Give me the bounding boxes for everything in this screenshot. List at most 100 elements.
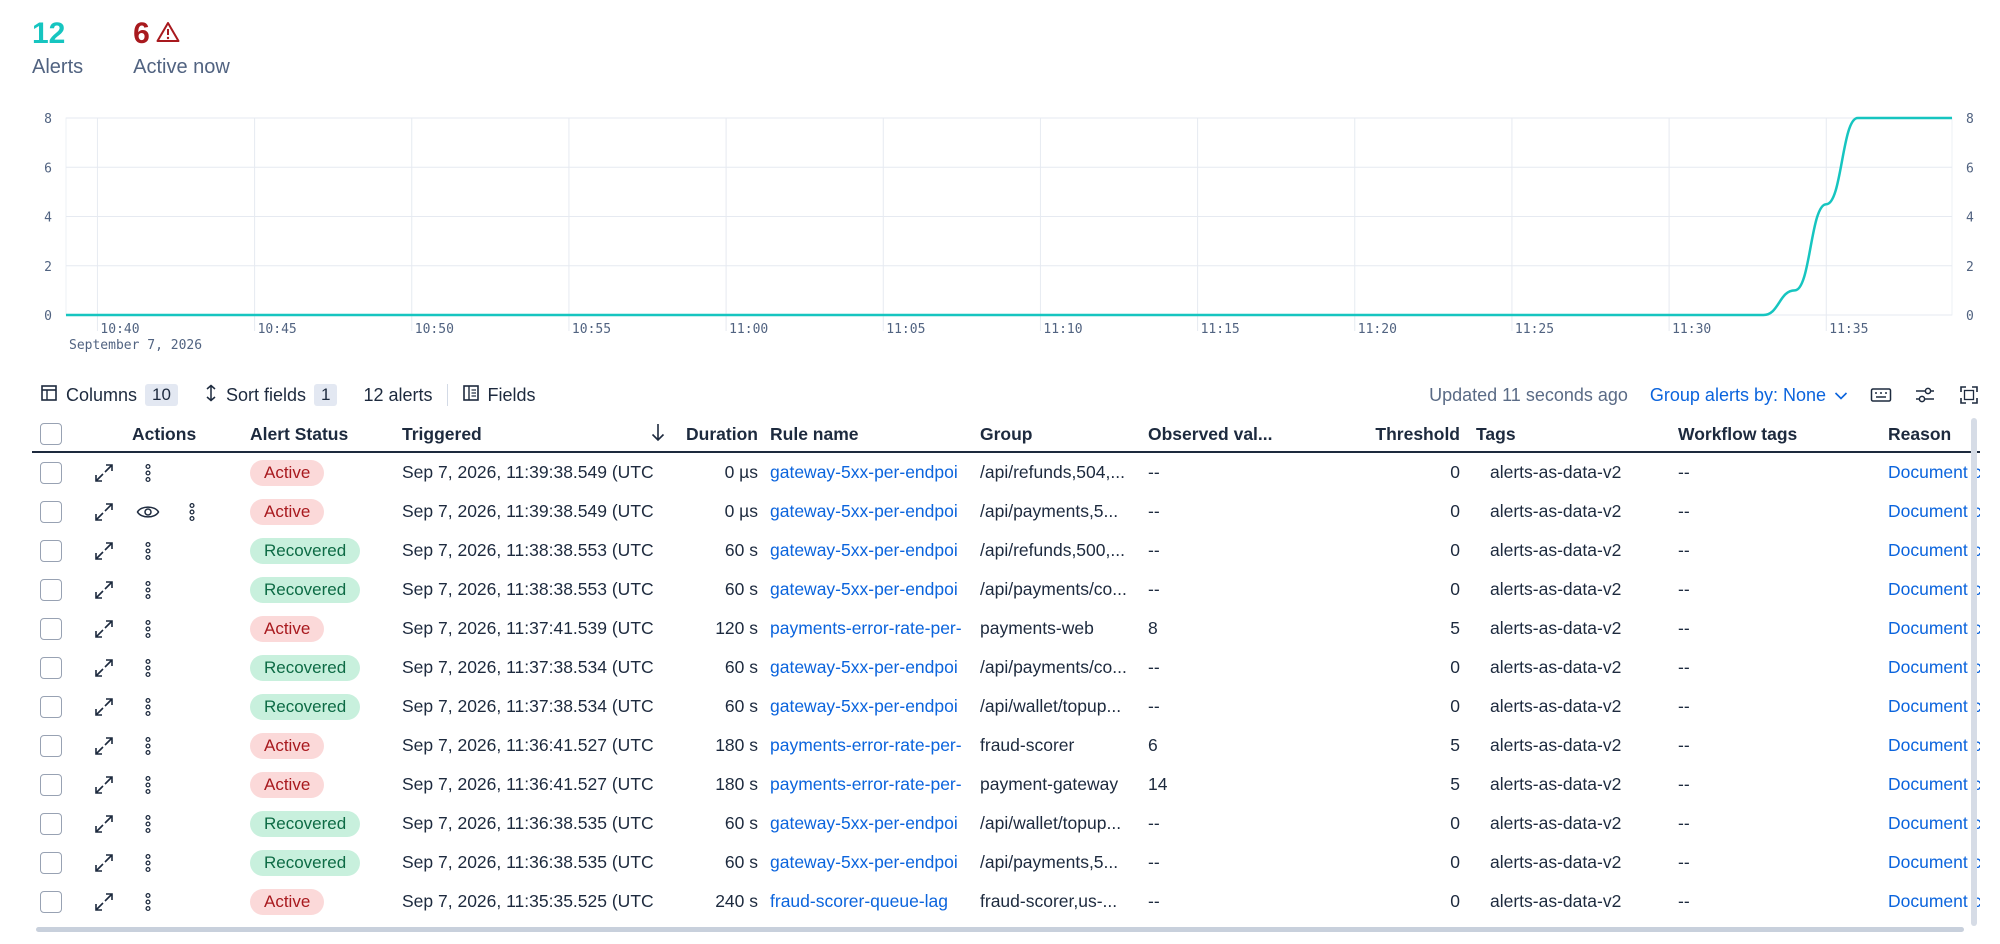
expand-icon[interactable] [92,578,116,602]
reason-link[interactable]: Document count [1888,852,1980,873]
rule-name-link[interactable]: payments-error-rate-per- [770,774,980,795]
header-actions[interactable]: Actions [82,424,250,445]
rule-name-link[interactable]: gateway-5xx-per-endpoi [770,540,980,561]
row-actions [82,578,250,602]
rule-name-link[interactable]: payments-error-rate-per- [770,618,980,639]
rule-name-link[interactable]: fraud-scorer-queue-lag [770,891,980,912]
row-checkbox[interactable] [40,734,62,757]
rule-name-link[interactable]: gateway-5xx-per-endpoi [770,579,980,600]
expand-icon[interactable] [92,812,116,836]
row-checkbox[interactable] [40,695,62,718]
row-checkbox[interactable] [40,617,62,640]
observed-value-cell: -- [1148,657,1160,677]
more-actions-icon[interactable] [136,461,160,485]
reason-link[interactable]: Document count [1888,540,1980,561]
header-reason[interactable]: Reason [1888,424,1980,445]
tags-cell: alerts-as-data-v2 [1490,618,1622,638]
reason-link[interactable]: Document count [1888,735,1980,756]
tags-cell: alerts-as-data-v2 [1490,813,1622,833]
fullscreen-icon[interactable] [1958,384,1980,406]
more-actions-icon[interactable] [136,851,160,875]
expand-icon[interactable] [92,734,116,758]
reason-link[interactable]: Document count [1888,813,1980,834]
row-select-cell [32,695,82,718]
more-actions-icon[interactable] [136,812,160,836]
expand-icon[interactable] [92,695,116,719]
tags-cell: alerts-as-data-v2 [1490,696,1622,716]
row-checkbox[interactable] [40,656,62,679]
more-actions-icon[interactable] [136,656,160,680]
expand-icon[interactable] [92,461,116,485]
reason-link[interactable]: Document count [1888,774,1980,795]
rule-name-link[interactable]: gateway-5xx-per-endpoi [770,462,980,483]
more-actions-icon[interactable] [136,617,160,641]
reason-link[interactable]: Document count [1888,657,1980,678]
row-checkbox[interactable] [40,578,62,601]
x-tick-label: 11:20 [1358,322,1397,337]
header-group[interactable]: Group [980,424,1148,445]
header-threshold[interactable]: Threshold [1330,424,1468,445]
group-alerts-dropdown[interactable]: Group alerts by: None [1650,385,1848,406]
workflow-tags-cell: -- [1678,501,1690,521]
row-checkbox[interactable] [40,812,62,835]
workflow-tags-cell: -- [1678,813,1690,833]
rule-name-link[interactable]: payments-error-rate-per- [770,735,980,756]
table-body: Active Sep 7, 2026, 11:39:38.549 (UTC 0 µs… [32,453,1980,921]
header-rule-name[interactable]: Rule name [770,424,980,445]
expand-icon[interactable] [92,500,116,524]
row-checkbox[interactable] [40,539,62,562]
fields-icon [462,384,480,407]
header-observed-value[interactable]: Observed val... [1148,424,1330,445]
columns-button[interactable]: Columns 10 [40,384,178,407]
reason-link[interactable]: Document count [1888,696,1980,717]
reason-link[interactable]: Document count [1888,618,1980,639]
row-checkbox[interactable] [40,851,62,874]
header-triggered[interactable]: Triggered [402,422,678,447]
fields-button[interactable]: Fields [462,384,536,407]
workflow-tags-cell: -- [1678,618,1690,638]
rule-name-link[interactable]: gateway-5xx-per-endpoi [770,852,980,873]
display-settings-icon[interactable] [1914,384,1936,406]
rule-name-link[interactable]: gateway-5xx-per-endpoi [770,657,980,678]
header-tags[interactable]: Tags [1468,424,1678,445]
more-actions-icon[interactable] [136,578,160,602]
view-icon[interactable] [136,500,160,524]
expand-icon[interactable] [92,539,116,563]
toolbar-divider [446,384,448,406]
row-checkbox[interactable] [40,461,62,484]
keyboard-shortcuts-icon[interactable] [1870,384,1892,406]
reason-link[interactable]: Document count [1888,579,1980,600]
more-actions-icon[interactable] [180,500,204,524]
row-checkbox[interactable] [40,890,62,913]
sort-fields-button[interactable]: Sort fields 1 [204,384,338,407]
vertical-scrollbar[interactable] [1971,418,1977,926]
more-actions-icon[interactable] [136,734,160,758]
row-checkbox[interactable] [40,500,62,523]
more-actions-icon[interactable] [136,695,160,719]
expand-icon[interactable] [92,656,116,680]
row-checkbox[interactable] [40,773,62,796]
sort-descending-icon[interactable] [650,422,666,447]
x-tick-label: 10:50 [415,322,454,337]
horizontal-scrollbar[interactable] [36,927,1964,932]
rule-name-link[interactable]: gateway-5xx-per-endpoi [770,696,980,717]
select-all-checkbox[interactable] [40,423,62,445]
more-actions-icon[interactable] [136,773,160,797]
y-tick-label: 4 [44,211,52,226]
expand-icon[interactable] [92,851,116,875]
reason-link[interactable]: Document count [1888,891,1980,912]
header-duration[interactable]: Duration [678,424,770,445]
expand-icon[interactable] [92,617,116,641]
expand-icon[interactable] [92,773,116,797]
row-actions [82,773,250,797]
more-actions-icon[interactable] [136,539,160,563]
header-workflow-tags[interactable]: Workflow tags [1678,424,1888,445]
header-alert-status[interactable]: Alert Status [250,424,402,445]
x-tick-label: 11:05 [886,322,925,337]
rule-name-link[interactable]: gateway-5xx-per-endpoi [770,813,980,834]
reason-link[interactable]: Document count [1888,501,1980,522]
more-actions-icon[interactable] [136,890,160,914]
rule-name-link[interactable]: gateway-5xx-per-endpoi [770,501,980,522]
reason-link[interactable]: Document count [1888,462,1980,483]
expand-icon[interactable] [92,890,116,914]
